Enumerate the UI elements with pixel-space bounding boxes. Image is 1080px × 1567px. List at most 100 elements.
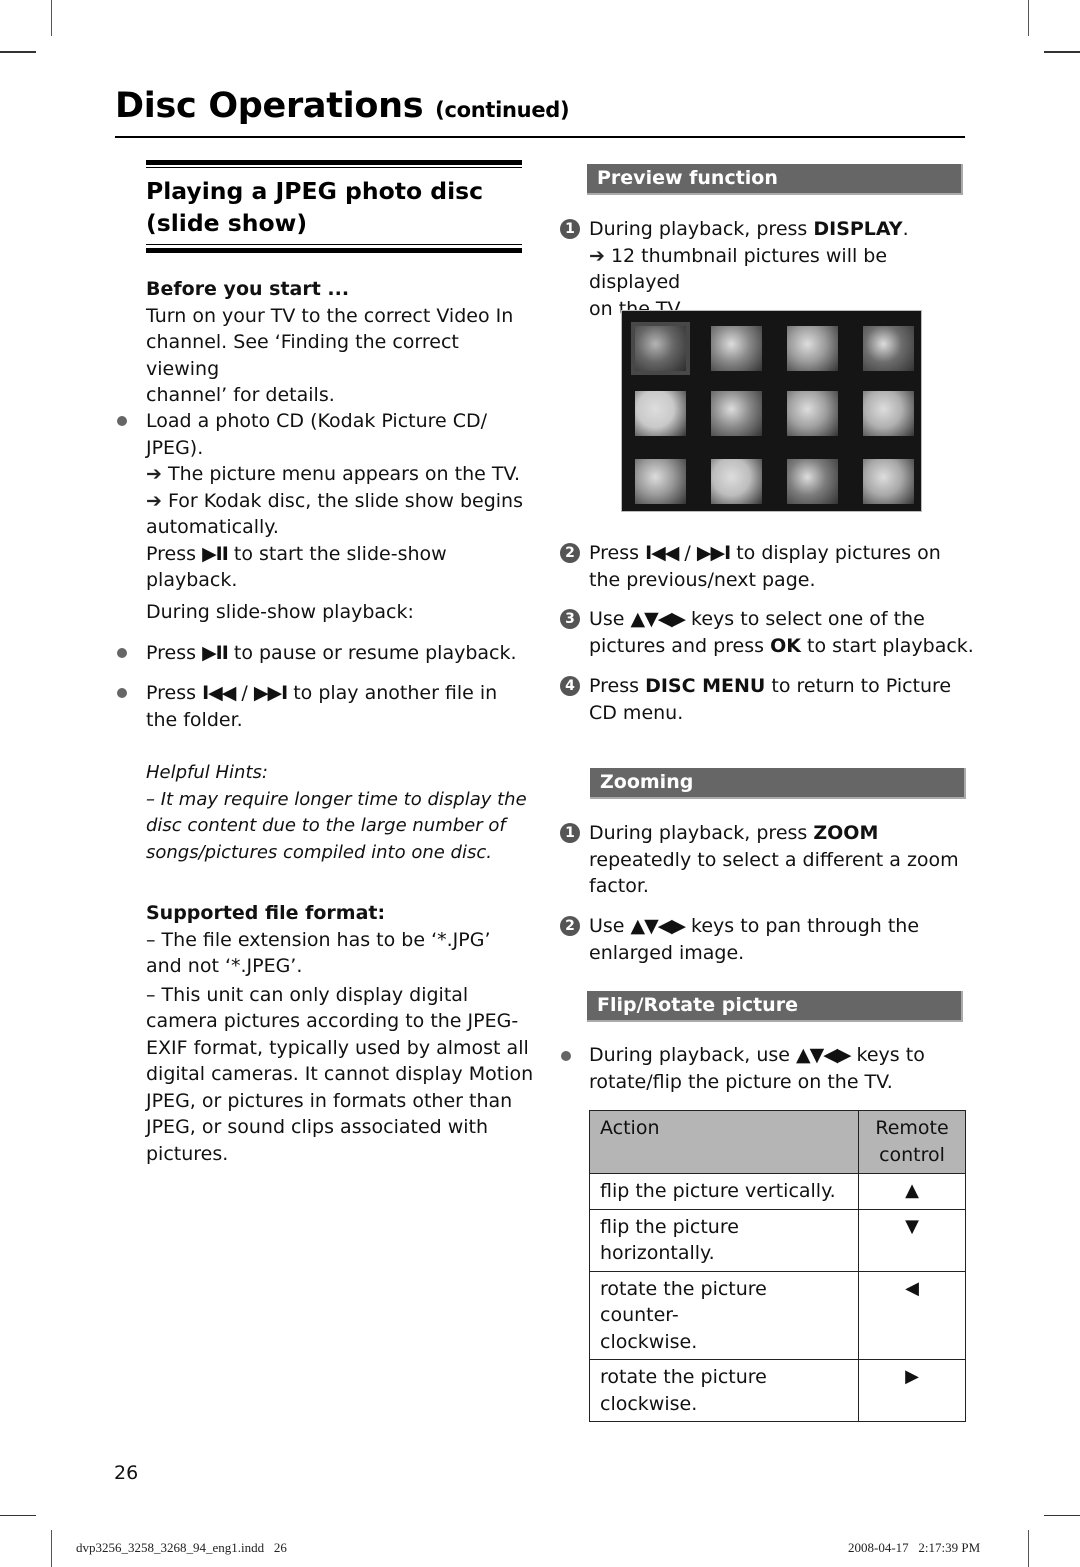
text: rotate the picture bbox=[600, 1366, 767, 1388]
text: to display pictures on bbox=[736, 542, 941, 564]
step-number-icon: 4 bbox=[560, 676, 580, 696]
section-title-line: (slide show) bbox=[146, 209, 308, 237]
next-icon: ▶▶I bbox=[696, 542, 731, 564]
load-disc-step: Load a photo CD (Kodak Picture CD/ JPEG)… bbox=[146, 408, 536, 594]
result-text: For Kodak disc, the slide show begins bbox=[167, 489, 523, 512]
bullet-icon bbox=[117, 688, 127, 698]
down-arrow-icon: ▼ bbox=[858, 1208, 966, 1272]
crop-mark bbox=[0, 1515, 36, 1516]
text: keys to pan through the bbox=[691, 915, 920, 937]
text: Press bbox=[589, 675, 640, 697]
bullet-icon bbox=[561, 1051, 571, 1061]
result-arrow-icon: ➔ bbox=[589, 244, 605, 267]
next-icon: ▶▶I bbox=[253, 682, 288, 704]
step-number-icon: 1 bbox=[560, 823, 580, 843]
text: clockwise. bbox=[600, 1330, 698, 1353]
text-line: the folder. bbox=[146, 708, 243, 731]
hint-line: disc content due to the large number of bbox=[146, 815, 506, 836]
slug-timestamp: 2008-04-17 2:17:39 PM bbox=[848, 1540, 981, 1555]
text: pictures and press bbox=[589, 634, 765, 657]
text: Action bbox=[600, 1117, 660, 1139]
text: . bbox=[902, 218, 909, 240]
format-line: JPEG, or pictures in formats other than bbox=[146, 1089, 513, 1112]
section-rule-bottom bbox=[146, 248, 522, 253]
thumbnail-8 bbox=[863, 391, 914, 436]
page-title-suffix: (continued) bbox=[435, 98, 570, 122]
format-line: camera pictures according to the JPEG- bbox=[146, 1010, 519, 1032]
table-row: flip the picture vertically. ▲ bbox=[589, 1173, 966, 1210]
press-start-line: Press ▶II to start the slide-show playba… bbox=[146, 541, 536, 594]
result-arrow-icon: ➔ bbox=[146, 463, 162, 485]
hints-heading: Helpful Hints: bbox=[146, 762, 268, 783]
hint-line: songs/pictures compiled into one disc. bbox=[146, 841, 492, 863]
table-header-row: Action Remote control bbox=[589, 1110, 966, 1174]
zooming-step-2: Use ▲▼◀▶ keys to pan through the enlarge… bbox=[589, 913, 979, 966]
column-header-action: Action bbox=[589, 1110, 859, 1174]
page-number: 26 bbox=[114, 1462, 139, 1484]
display-key: DISPLAY bbox=[813, 218, 903, 240]
action-cell: rotate the picture clockwise. bbox=[589, 1359, 859, 1422]
arrow-keys-icon: ▲▼◀▶ bbox=[630, 608, 686, 630]
zoom-key: ZOOM bbox=[813, 822, 879, 844]
bullet-icon bbox=[117, 648, 127, 658]
thumbnail-4 bbox=[863, 326, 914, 371]
preview-step-2: Press I◀◀ / ▶▶I to display pictures on t… bbox=[589, 540, 979, 593]
section-rule-top-thin bbox=[146, 167, 522, 168]
result-text: The picture menu appears on the TV. bbox=[167, 463, 521, 485]
disc-menu-key: DISC MENU bbox=[645, 675, 766, 697]
flip-rotate-table: Action Remote control flip the picture v… bbox=[589, 1110, 966, 1422]
action-cell: flip the picture horizontally. bbox=[589, 1208, 859, 1272]
title-divider bbox=[115, 136, 965, 138]
thumbnail-10 bbox=[711, 459, 762, 504]
before-heading: Before you start ... bbox=[146, 278, 350, 300]
thumbnail-6 bbox=[711, 391, 762, 436]
text: During playback, use bbox=[589, 1044, 790, 1066]
ok-key: OK bbox=[770, 634, 801, 657]
result-text: 12 thumbnail pictures will be displayed bbox=[589, 244, 888, 294]
format-line: pictures. bbox=[146, 1142, 229, 1165]
arrow-keys-icon: ▲▼◀▶ bbox=[796, 1044, 851, 1066]
text: During playback, press bbox=[589, 822, 808, 844]
text: flip the picture horizontally. bbox=[600, 1215, 739, 1265]
format-line: EXIF format, typically used by almost al… bbox=[146, 1036, 529, 1059]
action-cell: flip the picture vertically. bbox=[589, 1173, 859, 1210]
format-line: digital cameras. It cannot display Motio… bbox=[146, 1063, 534, 1085]
text-line: Load a photo CD (Kodak Picture CD/ bbox=[146, 410, 488, 432]
right-arrow-icon: ▶ bbox=[858, 1359, 966, 1422]
play-pause-icon: ▶II bbox=[202, 642, 229, 664]
play-pause-icon: ▶II bbox=[202, 542, 229, 565]
flip-instruction: During playback, use ▲▼◀▶ keys to rotate… bbox=[589, 1042, 979, 1095]
text: Remote bbox=[875, 1117, 949, 1139]
thumbnail-2 bbox=[711, 326, 762, 371]
zooming-step-1: During playback, press ZOOM repeatedly t… bbox=[589, 820, 979, 900]
text-line: JPEG). bbox=[146, 436, 204, 459]
result-line: ➔ For Kodak disc, the slide show begins bbox=[146, 488, 536, 515]
text-line: enlarged image. bbox=[589, 941, 745, 964]
text-line: automatically. bbox=[146, 516, 279, 538]
column-header-remote: Remote control bbox=[858, 1110, 966, 1174]
step-number-icon: 1 bbox=[560, 219, 580, 239]
result-arrow-icon: ➔ bbox=[146, 489, 162, 512]
thumbnail-5 bbox=[635, 391, 686, 436]
text: to play another file in bbox=[293, 682, 498, 704]
page-title: Disc Operations (continued) bbox=[115, 86, 570, 126]
section-title-line: Playing a JPEG photo disc bbox=[146, 177, 484, 205]
text: keys to bbox=[856, 1044, 925, 1066]
format-line: JPEG, or sound clips associated with bbox=[146, 1116, 489, 1138]
text: Press bbox=[589, 542, 640, 564]
preview-step-4: Press DISC MENU to return to Picture CD … bbox=[589, 673, 979, 726]
format-line: – The file extension has to be ‘*.JPG’ bbox=[146, 928, 491, 951]
slug-filename: dvp3256_3258_3268_94_eng1.indd 26 bbox=[76, 1540, 287, 1555]
preview-function-header: Preview function bbox=[587, 164, 963, 195]
crop-mark bbox=[51, 0, 52, 36]
text: clockwise. bbox=[600, 1392, 698, 1415]
format-line: and not ‘*.JPEG’. bbox=[146, 955, 303, 977]
crop-mark bbox=[0, 51, 36, 53]
bullet-icon bbox=[117, 416, 127, 426]
text: keys to select one of the bbox=[691, 608, 925, 630]
text-line: factor. bbox=[589, 875, 649, 897]
text-line: the previous/next page. bbox=[589, 568, 816, 591]
table-row: rotate the picture clockwise. ▶ bbox=[589, 1359, 966, 1422]
text: Use bbox=[589, 915, 625, 937]
skip-step: Press I◀◀ / ▶▶I to play another file in … bbox=[146, 680, 536, 733]
